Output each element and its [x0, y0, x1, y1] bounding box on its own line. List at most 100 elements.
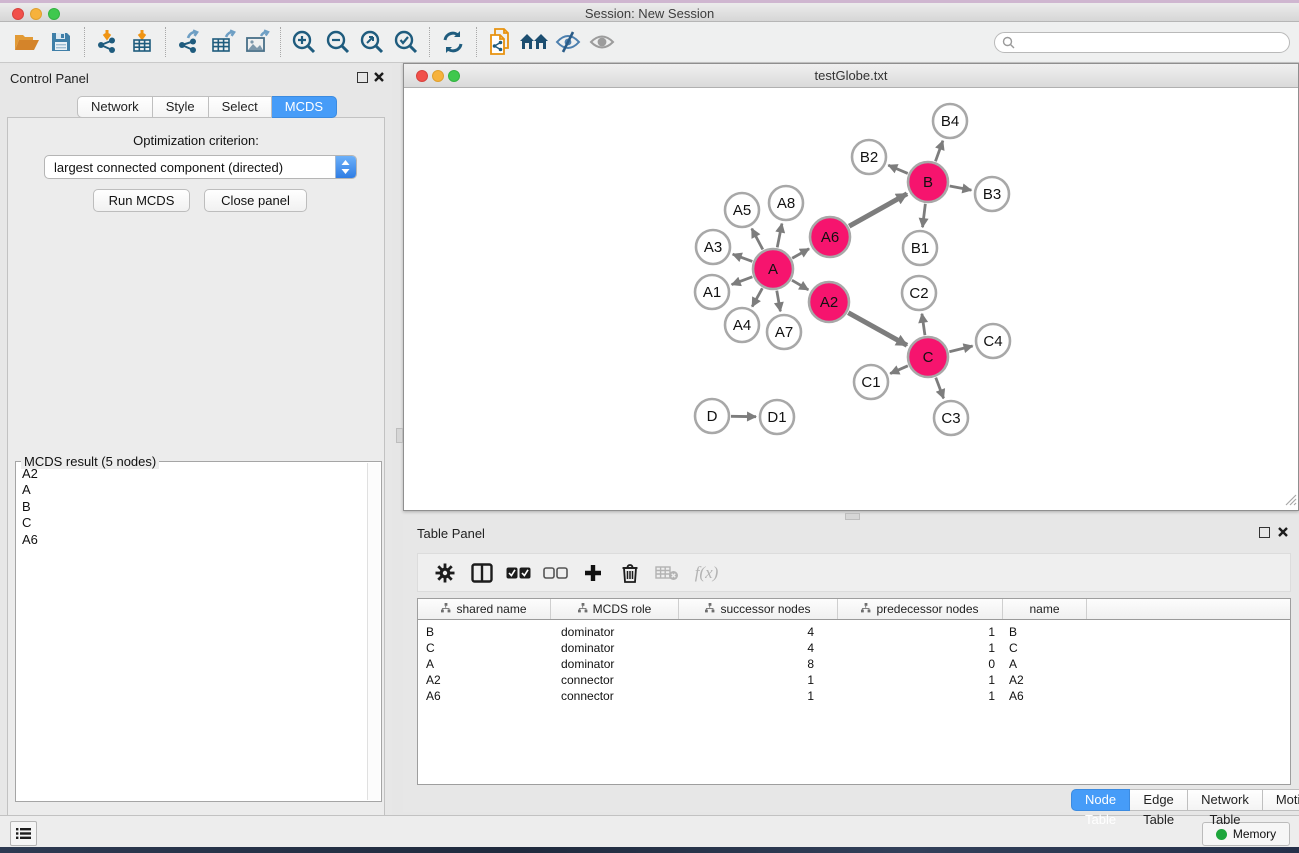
zoom-out-icon[interactable] [321, 26, 355, 58]
graph-edge-B-B4[interactable] [935, 141, 942, 162]
graph-edge-C-C4[interactable] [949, 346, 972, 352]
graph-edge-A-A8[interactable] [777, 224, 782, 248]
graph-edge-A-A5[interactable] [752, 229, 763, 250]
table-settings-gear-icon[interactable] [426, 558, 463, 588]
table-cell[interactable]: A6 [1003, 689, 1087, 703]
table-cell[interactable]: 1 [838, 689, 1003, 703]
zoom-in-icon[interactable] [287, 26, 321, 58]
open-session-icon[interactable] [10, 26, 44, 58]
clear-table-icon[interactable] [648, 558, 685, 588]
table-row[interactable]: Adominator80A [418, 656, 1290, 672]
table-cell[interactable]: B [418, 625, 551, 639]
tab-style[interactable]: Style [153, 96, 209, 118]
table-cell[interactable]: 1 [679, 673, 838, 687]
graph-edge-A-A3[interactable] [733, 254, 753, 261]
table-cell[interactable]: 1 [838, 641, 1003, 655]
mcds-result-item[interactable]: A6 [17, 532, 367, 548]
new-network-from-selection-icon[interactable] [483, 26, 517, 58]
float-table-panel-icon[interactable] [1259, 527, 1270, 538]
graph-edge-B-B2[interactable] [888, 165, 907, 173]
import-network-icon[interactable] [91, 26, 125, 58]
column-header-successor-nodes[interactable]: successor nodes [679, 599, 838, 619]
delete-column-trash-icon[interactable] [611, 558, 648, 588]
window-resize-grip[interactable] [1284, 493, 1297, 509]
save-session-icon[interactable] [44, 26, 78, 58]
graph-edge-A2-C[interactable] [848, 313, 907, 346]
table-cell[interactable]: B [1003, 625, 1087, 639]
table-cell[interactable]: 0 [838, 657, 1003, 671]
mcds-result-scrollbar[interactable] [367, 463, 380, 800]
mcds-result-item[interactable]: A [17, 482, 367, 498]
close-panel-button[interactable]: Close panel [204, 189, 307, 212]
column-header-shared-name[interactable]: shared name [418, 599, 551, 619]
run-mcds-button[interactable]: Run MCDS [93, 189, 190, 212]
tab-motifs[interactable]: Motifs [1263, 789, 1299, 811]
optimization-criterion-select[interactable]: largest connected component (directed) [44, 155, 357, 179]
tab-network[interactable]: Network [77, 96, 153, 118]
select-all-rows-icon[interactable] [500, 558, 537, 588]
table-cell[interactable]: 1 [838, 673, 1003, 687]
column-header-MCDS-role[interactable]: MCDS role [551, 599, 679, 619]
table-row[interactable]: A2connector11A2 [418, 672, 1290, 688]
tab-node-table[interactable]: Node Table [1071, 789, 1130, 811]
graph-edge-B-B1[interactable] [923, 204, 926, 227]
graph-edge-A-A2[interactable] [792, 280, 808, 290]
export-table-icon[interactable] [206, 26, 240, 58]
column-header-name[interactable]: name [1003, 599, 1087, 619]
table-cell[interactable]: A2 [1003, 673, 1087, 687]
search-input[interactable] [994, 32, 1290, 53]
export-image-icon[interactable] [240, 26, 274, 58]
table-row[interactable]: Cdominator41C [418, 640, 1290, 656]
tab-select[interactable]: Select [209, 96, 272, 118]
table-cell[interactable]: A2 [418, 673, 551, 687]
table-cell[interactable]: 1 [838, 625, 1003, 639]
export-network-icon[interactable] [172, 26, 206, 58]
import-table-icon[interactable] [125, 26, 159, 58]
search-field[interactable] [994, 32, 1290, 53]
mcds-result-item[interactable]: A2 [17, 466, 367, 482]
network-canvas[interactable]: AA1A2A3A4A5A6A7A8BB1B2B3B4CC1C2C3C4DD1 [404, 88, 1298, 510]
graph-edge-A-A4[interactable] [752, 288, 762, 306]
table-cell[interactable]: connector [551, 689, 679, 703]
horizontal-splitter-handle[interactable] [845, 513, 860, 520]
graph-edge-A-A7[interactable] [777, 291, 781, 312]
show-all-networks-home-icon[interactable] [517, 26, 551, 58]
show-selected-eye-icon[interactable] [585, 26, 619, 58]
close-panel-icon[interactable] [373, 71, 385, 83]
table-cell[interactable]: 4 [679, 641, 838, 655]
table-cell[interactable]: 1 [679, 689, 838, 703]
tab-network-table[interactable]: Network Table [1188, 789, 1263, 811]
table-cell[interactable]: 8 [679, 657, 838, 671]
graph-edge-C-C2[interactable] [922, 314, 925, 335]
tab-mcds[interactable]: MCDS [272, 96, 337, 118]
mcds-result-item[interactable]: B [17, 499, 367, 515]
table-cell[interactable]: A [1003, 657, 1087, 671]
function-builder-icon[interactable]: f(x) [685, 558, 722, 588]
mcds-result-item[interactable]: C [17, 515, 367, 531]
zoom-fit-icon[interactable] [355, 26, 389, 58]
column-header-predecessor-nodes[interactable]: predecessor nodes [838, 599, 1003, 619]
close-table-panel-icon[interactable] [1277, 526, 1289, 538]
graph-edge-B-B3[interactable] [950, 186, 972, 190]
table-cell[interactable]: A [418, 657, 551, 671]
float-panel-icon[interactable] [357, 72, 368, 83]
network-graph[interactable]: AA1A2A3A4A5A6A7A8BB1B2B3B4CC1C2C3C4DD1 [404, 88, 1298, 509]
graph-edge-A-A6[interactable] [792, 249, 809, 258]
add-column-icon[interactable] [574, 558, 611, 588]
deselect-all-rows-icon[interactable] [537, 558, 574, 588]
table-cell[interactable]: 4 [679, 625, 838, 639]
graph-edge-C-C1[interactable] [890, 366, 908, 374]
table-cell[interactable]: dominator [551, 641, 679, 655]
graph-edge-A6-B[interactable] [849, 194, 907, 226]
vertical-splitter-handle[interactable] [396, 428, 403, 443]
table-cell[interactable]: A6 [418, 689, 551, 703]
table-row[interactable]: A6connector11A6 [418, 688, 1290, 704]
table-cell[interactable]: dominator [551, 625, 679, 639]
table-cell[interactable]: C [418, 641, 551, 655]
task-history-button[interactable] [10, 821, 37, 846]
refresh-layout-icon[interactable] [436, 26, 470, 58]
table-cell[interactable]: C [1003, 641, 1087, 655]
tab-edge-table[interactable]: Edge Table [1130, 789, 1188, 811]
table-row[interactable]: Bdominator41B [418, 624, 1290, 640]
toggle-panes-icon[interactable] [463, 558, 500, 588]
